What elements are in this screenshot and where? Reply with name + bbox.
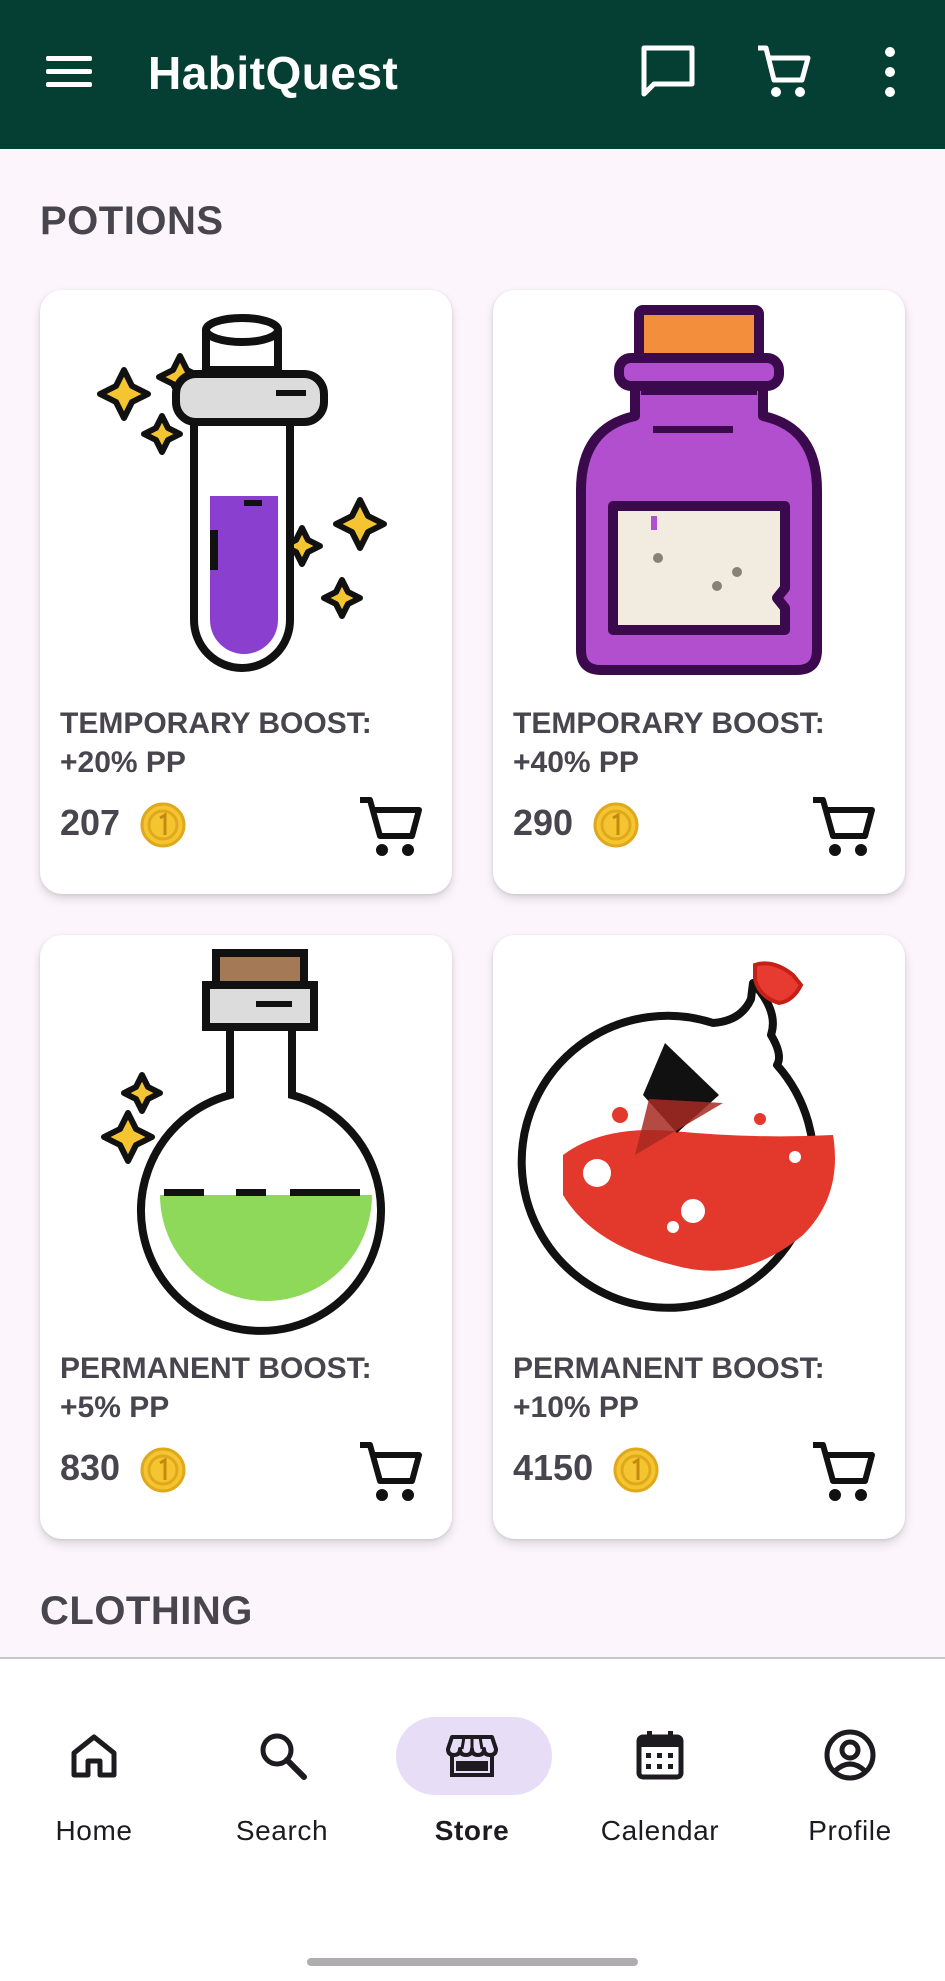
item-price: 4150: [513, 1447, 594, 1488]
nav-item-home[interactable]: Home: [4, 1717, 184, 1847]
item-name: TEMPORARY BOOST: +20% PP: [60, 707, 372, 779]
home-icon: [71, 1734, 117, 1778]
store-content[interactable]: POTIONS TEMPORARY BOOST: +20% PP 207 TEM…: [0, 149, 945, 1657]
section-title-clothing: CLOTHING: [40, 1589, 253, 1633]
coin-icon: [593, 802, 639, 848]
nav-item-calendar[interactable]: Calendar: [570, 1717, 750, 1847]
add-to-cart-icon[interactable]: [354, 1435, 426, 1507]
app-title: HabitQuest: [148, 47, 399, 99]
nav-label: Home: [55, 1815, 133, 1846]
store-item-card[interactable]: PERMANENT BOOST: +5% PP 830: [40, 935, 452, 1539]
item-name: PERMANENT BOOST: +10% PP: [513, 1352, 825, 1424]
store-item-card[interactable]: PERMANENT BOOST: +10% PP 4150: [493, 935, 905, 1539]
green-flask-potion-image: [101, 949, 385, 1335]
calendar-icon: [636, 1731, 684, 1780]
item-price: 830: [60, 1447, 121, 1488]
search-icon: [260, 1733, 307, 1780]
gesture-handle[interactable]: [307, 1958, 638, 1966]
menu-icon[interactable]: [40, 46, 100, 98]
chat-icon[interactable]: [636, 40, 700, 104]
store-item-card[interactable]: TEMPORARY BOOST: +20% PP 207: [40, 290, 452, 894]
coin-icon: [140, 1447, 186, 1493]
add-to-cart-icon[interactable]: [354, 790, 426, 862]
store-item-card[interactable]: TEMPORARY BOOST: +40% PP 290: [493, 290, 905, 894]
add-to-cart-icon[interactable]: [807, 1435, 879, 1507]
nav-label: Store: [434, 1815, 510, 1846]
more-options-icon[interactable]: [870, 44, 910, 100]
test-tube-potion-image: [97, 314, 387, 672]
nav-label: Calendar: [600, 1815, 720, 1846]
add-to-cart-icon[interactable]: [807, 790, 879, 862]
bottom-navigation: Home Search Store Calendar Profile: [0, 1657, 945, 1981]
item-name: PERMANENT BOOST: +5% PP: [60, 1352, 372, 1424]
nav-item-search[interactable]: Search: [192, 1717, 372, 1847]
nav-item-store[interactable]: Store: [382, 1717, 562, 1847]
cart-icon[interactable]: [752, 40, 816, 104]
nav-label: Search: [235, 1815, 329, 1846]
top-app-bar: HabitQuest: [0, 0, 945, 149]
nav-label: Profile: [808, 1815, 892, 1846]
nav-item-profile[interactable]: Profile: [760, 1717, 940, 1847]
coin-icon: [613, 1447, 659, 1493]
purple-bottle-potion-image: [576, 305, 822, 675]
section-title-potions: POTIONS: [40, 199, 224, 243]
item-price: 290: [513, 802, 574, 843]
coin-icon: [140, 802, 186, 848]
item-price: 207: [60, 802, 121, 843]
store-icon: [446, 1735, 498, 1777]
item-name: TEMPORARY BOOST: +40% PP: [513, 707, 825, 779]
profile-icon: [824, 1729, 876, 1781]
red-round-potion-image: [517, 961, 835, 1312]
